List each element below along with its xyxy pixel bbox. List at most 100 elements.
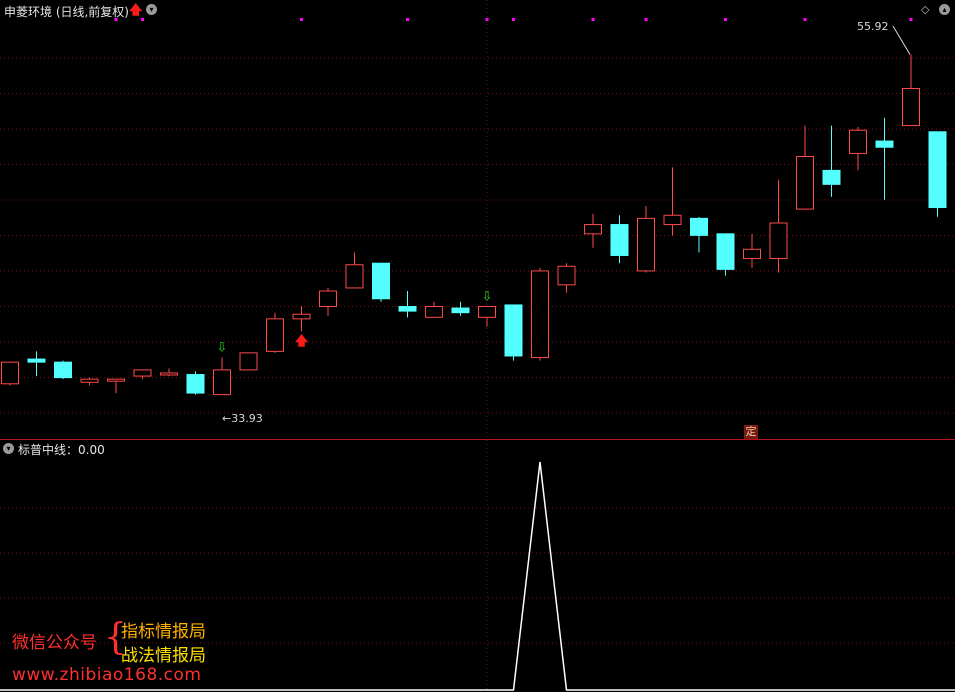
diamond-icon[interactable]: ◇ (921, 3, 929, 16)
chevron-down-icon[interactable]: ▾ (3, 443, 14, 454)
candle[interactable] (213, 357, 231, 396)
candle-body (292, 313, 311, 320)
candle[interactable] (186, 371, 205, 395)
candle[interactable] (663, 167, 682, 236)
candle-body (928, 131, 947, 209)
candle[interactable] (796, 125, 814, 210)
candle[interactable] (637, 205, 655, 273)
candle[interactable] (80, 377, 99, 386)
candle[interactable] (372, 262, 390, 302)
candle-body (160, 372, 178, 376)
candle-body (345, 264, 364, 289)
candle-body (1, 361, 19, 385)
signal-dot (724, 18, 727, 21)
candle[interactable] (398, 291, 417, 318)
candle-body (584, 224, 602, 235)
signal-dot (406, 18, 409, 21)
candle-body (875, 140, 894, 148)
candle[interactable] (875, 117, 894, 200)
candle[interactable] (822, 125, 841, 197)
candle-body (690, 217, 708, 236)
red-up-arrow-icon: 🡅 (129, 3, 143, 18)
candle-body (266, 318, 284, 352)
candle[interactable] (769, 179, 788, 273)
candle[interactable] (478, 305, 496, 327)
candle-body (54, 361, 72, 379)
candle[interactable] (266, 312, 284, 353)
signal-dot (300, 18, 303, 21)
signal-dot (512, 18, 515, 21)
high-price-label: 55.92 (857, 20, 889, 33)
watermark-line2: 战法情报局 (121, 646, 206, 666)
candle[interactable] (451, 301, 470, 316)
candle-body (849, 129, 867, 154)
candle[interactable] (1, 361, 19, 386)
candle-body (133, 369, 152, 377)
candle-body (822, 169, 841, 185)
candle-body (557, 265, 576, 286)
candlestick-chart[interactable]: ⇩ ⇩ 🡅 (0, 0, 955, 439)
candle[interactable] (902, 54, 920, 127)
candle[interactable] (557, 263, 576, 293)
candle-body (796, 156, 814, 210)
candle[interactable] (531, 267, 549, 361)
candle[interactable] (345, 252, 364, 289)
candle-body (769, 222, 788, 260)
signal-dot (909, 18, 913, 21)
red-up-arrow-icon: 🡅 (295, 334, 309, 349)
candle-body (213, 369, 231, 396)
watermark-wechat: 微信公众号 (12, 633, 97, 653)
candle-body (80, 378, 99, 383)
candle-body (239, 352, 258, 371)
indicator-title: 标普中线：0.00 (18, 443, 105, 457)
candle[interactable] (743, 233, 761, 268)
chevron-down-icon[interactable]: ▾ (146, 4, 157, 15)
candle-body (107, 378, 125, 382)
candle-body (716, 233, 735, 270)
signal-dot (591, 18, 595, 21)
candle[interactable] (690, 216, 708, 253)
candle-body (902, 87, 920, 127)
candle[interactable] (160, 368, 178, 377)
candle[interactable] (928, 131, 947, 217)
candle-body (478, 305, 496, 318)
candle-body (663, 214, 682, 226)
candle-body (610, 224, 629, 256)
candle[interactable] (107, 378, 125, 394)
candle-body (451, 307, 470, 314)
candle-body (637, 217, 655, 272)
green-down-arrow-icon: ⇩ (217, 341, 228, 356)
high-label-pointer (892, 25, 911, 55)
candle-body (27, 358, 46, 363)
candle-body (398, 305, 417, 312)
candle[interactable] (584, 213, 602, 248)
candle[interactable] (849, 127, 867, 171)
candle[interactable] (292, 306, 311, 332)
candle[interactable] (610, 215, 629, 264)
candle-body (319, 290, 337, 307)
candle[interactable] (504, 304, 523, 361)
candle-body (372, 262, 390, 300)
watermark-url[interactable]: www.zhibiao168.com (12, 665, 201, 685)
candle[interactable] (319, 287, 337, 316)
chart-title: 申菱环境 (日线,前复权) (4, 5, 129, 19)
candle-body (504, 304, 523, 357)
watermark-line1: 指标情报局 (121, 622, 206, 642)
candle[interactable] (54, 360, 72, 380)
candle[interactable] (239, 352, 258, 371)
signal-dot (644, 18, 648, 21)
candle-body (186, 374, 205, 394)
candle[interactable] (716, 233, 735, 276)
signal-dot (803, 18, 807, 21)
low-price-label: ←33.93 (222, 412, 263, 425)
candle-body (743, 248, 761, 260)
signal-dot (485, 18, 489, 21)
candle-body (425, 305, 443, 318)
candle[interactable] (425, 301, 443, 318)
candle[interactable] (27, 351, 46, 377)
main-chart-pane[interactable]: ⇩ ⇩ 🡅 申菱环境 (日线,前复权) 🡅 ▾ ◇ ▴ 55.92 ←33.93 定 (0, 0, 955, 439)
low-price-value: 33.93 (231, 412, 263, 425)
candle-body (531, 270, 549, 359)
chevron-up-icon[interactable]: ▴ (939, 4, 950, 15)
green-down-arrow-icon: ⇩ (482, 289, 493, 304)
